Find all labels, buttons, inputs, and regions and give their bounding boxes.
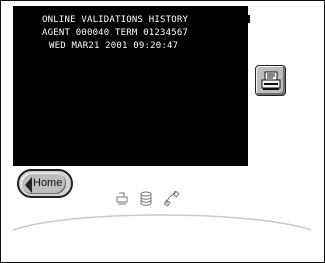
terminal-frame: ONLINE VALIDATIONS HISTORY AGENT 000040 …: [0, 0, 325, 263]
decorative-arc: [12, 214, 312, 231]
arrow-left-icon: [25, 177, 32, 193]
receipt-agent-term: AGENT 000040 TERM 01234567: [42, 28, 189, 38]
home-button-face: Home: [21, 173, 66, 194]
home-button[interactable]: Home: [17, 169, 73, 198]
home-label: Home: [33, 177, 63, 189]
receipt-title: ONLINE VALIDATIONS HISTORY: [42, 15, 189, 25]
print-button[interactable]: [255, 65, 286, 96]
printer-icon: [261, 71, 281, 90]
receipt-display: ONLINE VALIDATIONS HISTORY AGENT 000040 …: [13, 6, 248, 166]
screen-edge-marker: [248, 15, 250, 23]
receipt-datetime: WED MAR21 2001 09:20:47: [49, 41, 179, 51]
printer-status-icon: [116, 192, 128, 205]
